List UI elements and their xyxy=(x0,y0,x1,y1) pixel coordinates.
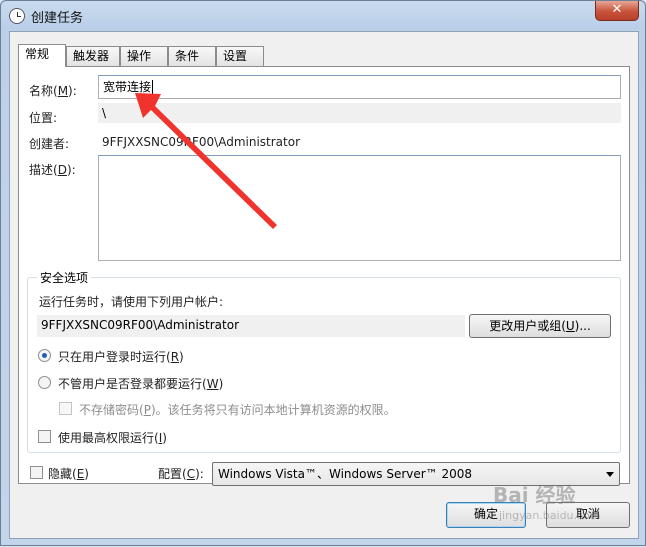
do-not-store-password-label: 不存储密码(P)。该任务将只有访问本地计算机资源的权限。 xyxy=(79,403,396,417)
author-label: 创建者: xyxy=(29,137,70,151)
configure-for-value: Windows Vista™、Windows Server™ 2008 xyxy=(218,467,473,481)
run-as-label: 运行任务时，请使用下列用户帐户: xyxy=(39,295,224,309)
tab-settings[interactable]: 设置 xyxy=(216,46,264,66)
close-button[interactable]: ✕ xyxy=(595,1,639,21)
author-value: 9FFJXXSNC09RF00\Administrator xyxy=(102,135,301,149)
hidden-checkbox[interactable] xyxy=(30,466,43,479)
baidu-watermark-url: jingyan.baidu.com xyxy=(499,509,601,522)
tab-actions[interactable]: 操作 xyxy=(120,46,168,66)
run-whether-logged-on-radio[interactable] xyxy=(38,376,51,389)
location-value: \ xyxy=(98,103,621,123)
security-options-title: 安全选项 xyxy=(37,269,92,286)
window-title: 创建任务 xyxy=(31,11,84,26)
name-label: 名称(M): xyxy=(29,84,77,98)
change-user-button[interactable]: 更改用户或组(U)... xyxy=(469,314,611,338)
configure-for-label: 配置(C): xyxy=(158,467,204,481)
do-not-store-password-checkbox[interactable] xyxy=(59,402,72,415)
create-task-dialog: 创建任务 ✕ 常规 触发器 操作 条件 设置 名称(M): 宽带连接 位置: \… xyxy=(0,0,646,546)
run-as-user-value: 9FFJXXSNC09RF00\Administrator xyxy=(37,315,465,337)
run-only-logged-on-radio[interactable] xyxy=(38,349,51,362)
general-tab-panel: 名称(M): 宽带连接 位置: \ 创建者: 9FFJXXSNC09RF00\A… xyxy=(18,66,630,484)
run-whether-logged-on-label[interactable]: 不管用户是否登录都要运行(W) xyxy=(58,375,223,392)
dialog-client-area: 常规 触发器 操作 条件 设置 名称(M): 宽带连接 位置: \ 创建者: 9… xyxy=(9,31,639,539)
tab-triggers[interactable]: 触发器 xyxy=(66,46,120,66)
tab-general[interactable]: 常规 xyxy=(18,44,66,67)
baidu-watermark-logo: Bai 经验 xyxy=(493,483,576,507)
location-label: 位置: xyxy=(29,111,58,125)
tab-conditions[interactable]: 条件 xyxy=(168,46,216,66)
run-only-logged-on-label[interactable]: 只在用户登录时运行(R) xyxy=(58,348,184,365)
description-textarea[interactable] xyxy=(98,155,621,261)
run-highest-privileges-checkbox[interactable] xyxy=(38,430,51,443)
chevron-down-icon xyxy=(606,472,614,477)
clock-icon xyxy=(9,8,25,24)
description-label: 描述(D): xyxy=(29,163,76,177)
hidden-label[interactable]: 隐藏(E) xyxy=(48,465,89,482)
run-highest-privileges-label[interactable]: 使用最高权限运行(I) xyxy=(58,429,167,446)
name-input[interactable]: 宽带连接 xyxy=(98,75,621,99)
title-bar[interactable]: 创建任务 ✕ xyxy=(1,1,645,31)
